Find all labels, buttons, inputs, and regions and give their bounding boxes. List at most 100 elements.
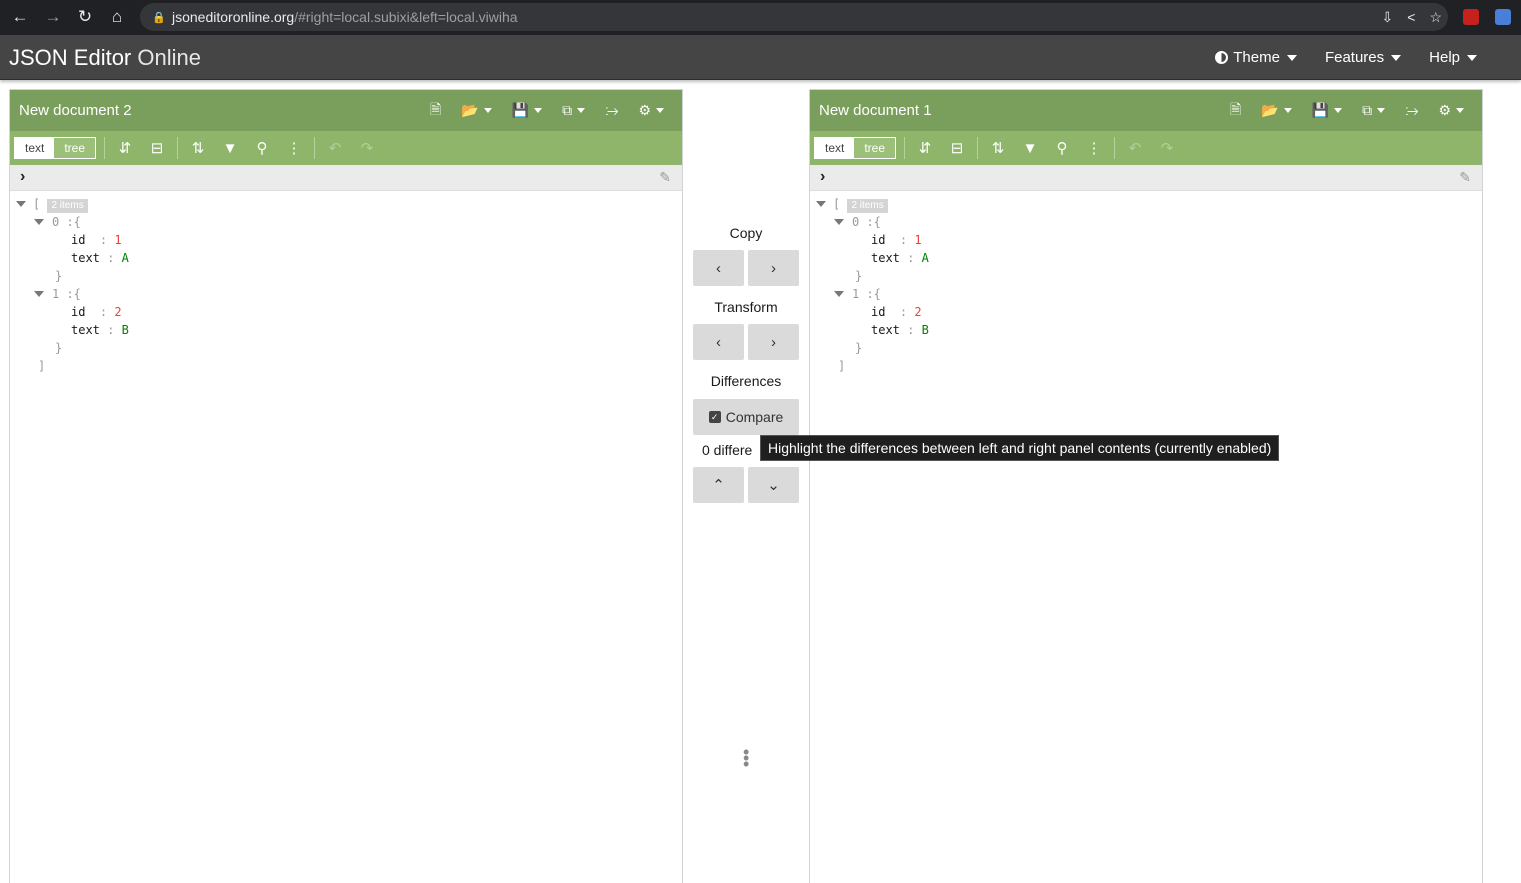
filter-icon[interactable]: ▼ xyxy=(214,131,246,165)
difference-count: 0 differe xyxy=(702,442,753,458)
open-folder-icon[interactable]: 📂 xyxy=(1251,102,1301,119)
tree-node-1[interactable]: 1 :{ xyxy=(834,285,881,303)
checkbox-checked-icon: ✓ xyxy=(708,411,721,423)
new-document-icon[interactable]: 🗎 xyxy=(420,99,451,123)
sort-icon[interactable]: ⇅ xyxy=(182,131,214,165)
tree-field[interactable]: text : A xyxy=(71,249,129,267)
address-bar[interactable]: 🔒 jsoneditoronline.org/#right=local.subi… xyxy=(140,3,1448,31)
tree-field[interactable]: text : B xyxy=(71,321,129,339)
back-arrow-icon[interactable]: ← xyxy=(4,1,36,33)
item-count-badge: 2 items xyxy=(47,199,88,213)
tree-mode-button[interactable]: tree xyxy=(54,138,96,158)
left-panel: New document 2 🗎 📂 💾 ⧉ ⧴ ⚙ text tree ⇵ ⊟… xyxy=(9,89,683,883)
tree-field[interactable]: id : 2 xyxy=(71,303,122,321)
tree-node-1[interactable]: 1 :{ xyxy=(34,285,81,303)
caret-down-icon xyxy=(1391,54,1402,61)
copy-right-button[interactable]: › xyxy=(748,250,799,286)
gear-icon[interactable]: ⚙ xyxy=(628,102,674,119)
text-mode-button[interactable]: text xyxy=(15,138,55,158)
transform-left-button[interactable]: ‹ xyxy=(693,324,744,360)
chevron-right-icon: › xyxy=(771,259,776,277)
tree-field[interactable]: id : 1 xyxy=(71,231,122,249)
editor-toolbar: text tree ⇵ ⊟ ⇅ ▼ ⚲ ⋮ ↶ ↷ xyxy=(10,131,682,165)
filter-icon[interactable]: ▼ xyxy=(1014,131,1046,165)
app-header: JSON Editor Online Theme Features Help xyxy=(0,35,1521,80)
tree-field[interactable]: text : B xyxy=(871,321,929,339)
chevron-down-icon: ⌄ xyxy=(767,477,780,494)
share-icon[interactable]: ⧴ xyxy=(1395,102,1428,119)
gear-icon[interactable]: ⚙ xyxy=(1428,102,1474,119)
redo-icon[interactable]: ↷ xyxy=(1151,131,1183,165)
compare-controls: Copy ‹ › Transform ‹ › Differences ✓ Comp… xyxy=(683,89,809,883)
caret-down-icon xyxy=(1467,54,1477,61)
app-logo[interactable]: JSON Editor Online xyxy=(9,45,201,71)
compare-tooltip: Highlight the differences between left a… xyxy=(760,435,1280,461)
reload-icon[interactable]: ↻ xyxy=(69,1,101,33)
main-menu: Theme Features Help xyxy=(1201,35,1521,80)
panel-title-bar: New document 1 🗎 📂 💾 ⧉ ⧴ ⚙ xyxy=(810,90,1482,131)
mode-switch: text tree xyxy=(814,137,897,159)
translate-extension-icon[interactable] xyxy=(1495,9,1511,25)
text-mode-button[interactable]: text xyxy=(815,138,855,158)
chevron-left-icon: ‹ xyxy=(716,333,721,351)
compare-button[interactable]: ✓ Compare xyxy=(693,399,799,435)
sort-icon[interactable]: ⇅ xyxy=(982,131,1014,165)
extension-icon[interactable] xyxy=(1463,9,1479,25)
tree-field[interactable]: id : 2 xyxy=(871,303,922,321)
tree-field[interactable]: text : A xyxy=(871,249,929,267)
document-name[interactable]: New document 1 xyxy=(819,102,932,119)
share-icon[interactable]: ⧴ xyxy=(595,102,628,119)
chevron-right-icon[interactable]: › xyxy=(820,168,825,186)
browser-toolbar: ← → ↻ ⌂ 🔒 jsoneditoronline.org/#right=lo… xyxy=(0,0,1521,35)
tree-node-0[interactable]: 0 :{ xyxy=(834,213,881,231)
mode-switch: text tree xyxy=(14,137,97,159)
copy-icon[interactable]: ⧉ xyxy=(552,102,595,119)
close-bracket: ] xyxy=(38,359,46,373)
help-menu[interactable]: Help xyxy=(1415,49,1521,66)
share-icon[interactable]: < xyxy=(1407,9,1415,25)
search-icon[interactable]: ⚲ xyxy=(1046,131,1078,165)
previous-difference-button[interactable]: ⌃ xyxy=(693,467,744,503)
chevron-up-icon: ⌃ xyxy=(712,477,725,494)
document-name[interactable]: New document 2 xyxy=(19,102,132,119)
tree-mode-button[interactable]: tree xyxy=(854,138,896,158)
collapse-all-icon[interactable]: ⊟ xyxy=(941,131,973,165)
tree-root-node[interactable]: [ 2 items xyxy=(816,195,888,213)
save-icon[interactable]: 💾 xyxy=(502,102,552,119)
search-icon[interactable]: ⚲ xyxy=(246,131,278,165)
save-icon[interactable]: 💾 xyxy=(1302,102,1352,119)
contrast-icon xyxy=(1215,51,1229,64)
theme-menu[interactable]: Theme xyxy=(1201,49,1311,66)
open-folder-icon[interactable]: 📂 xyxy=(451,102,501,119)
navigation-bar: › ✎ xyxy=(810,165,1482,191)
install-app-icon[interactable]: ⇩ xyxy=(1382,9,1394,26)
caret-down-icon xyxy=(1286,54,1297,61)
more-vertical-icon[interactable]: ⋮ xyxy=(278,131,310,165)
transform-right-button[interactable]: › xyxy=(748,324,799,360)
resize-handle-icon[interactable]: • • • xyxy=(743,743,749,773)
forward-arrow-icon[interactable]: → xyxy=(37,1,69,33)
new-document-icon[interactable]: 🗎 xyxy=(1220,99,1251,123)
bookmark-star-icon[interactable]: ☆ xyxy=(1429,9,1442,26)
tree-node-0[interactable]: 0 :{ xyxy=(34,213,81,231)
edit-path-icon[interactable]: ✎ xyxy=(1459,169,1471,186)
copy-label: Copy xyxy=(729,225,763,241)
home-icon[interactable]: ⌂ xyxy=(101,1,133,33)
collapse-all-icon[interactable]: ⊟ xyxy=(141,131,173,165)
expand-all-icon[interactable]: ⇵ xyxy=(909,131,941,165)
expand-all-icon[interactable]: ⇵ xyxy=(109,131,141,165)
chevron-right-icon[interactable]: › xyxy=(20,168,25,186)
tree-field[interactable]: id : 1 xyxy=(871,231,922,249)
redo-icon[interactable]: ↷ xyxy=(351,131,383,165)
tree-root-node[interactable]: [ 2 items xyxy=(16,195,88,213)
right-panel: New document 1 🗎 📂 💾 ⧉ ⧴ ⚙ text tree ⇵ ⊟… xyxy=(809,89,1483,883)
edit-path-icon[interactable]: ✎ xyxy=(659,169,671,186)
copy-icon[interactable]: ⧉ xyxy=(1352,102,1395,119)
more-vertical-icon[interactable]: ⋮ xyxy=(1078,131,1110,165)
undo-icon[interactable]: ↶ xyxy=(319,131,351,165)
chevron-right-icon: › xyxy=(771,333,776,351)
features-menu[interactable]: Features xyxy=(1311,49,1415,66)
undo-icon[interactable]: ↶ xyxy=(1119,131,1151,165)
copy-left-button[interactable]: ‹ xyxy=(693,250,744,286)
next-difference-button[interactable]: ⌄ xyxy=(748,467,799,503)
